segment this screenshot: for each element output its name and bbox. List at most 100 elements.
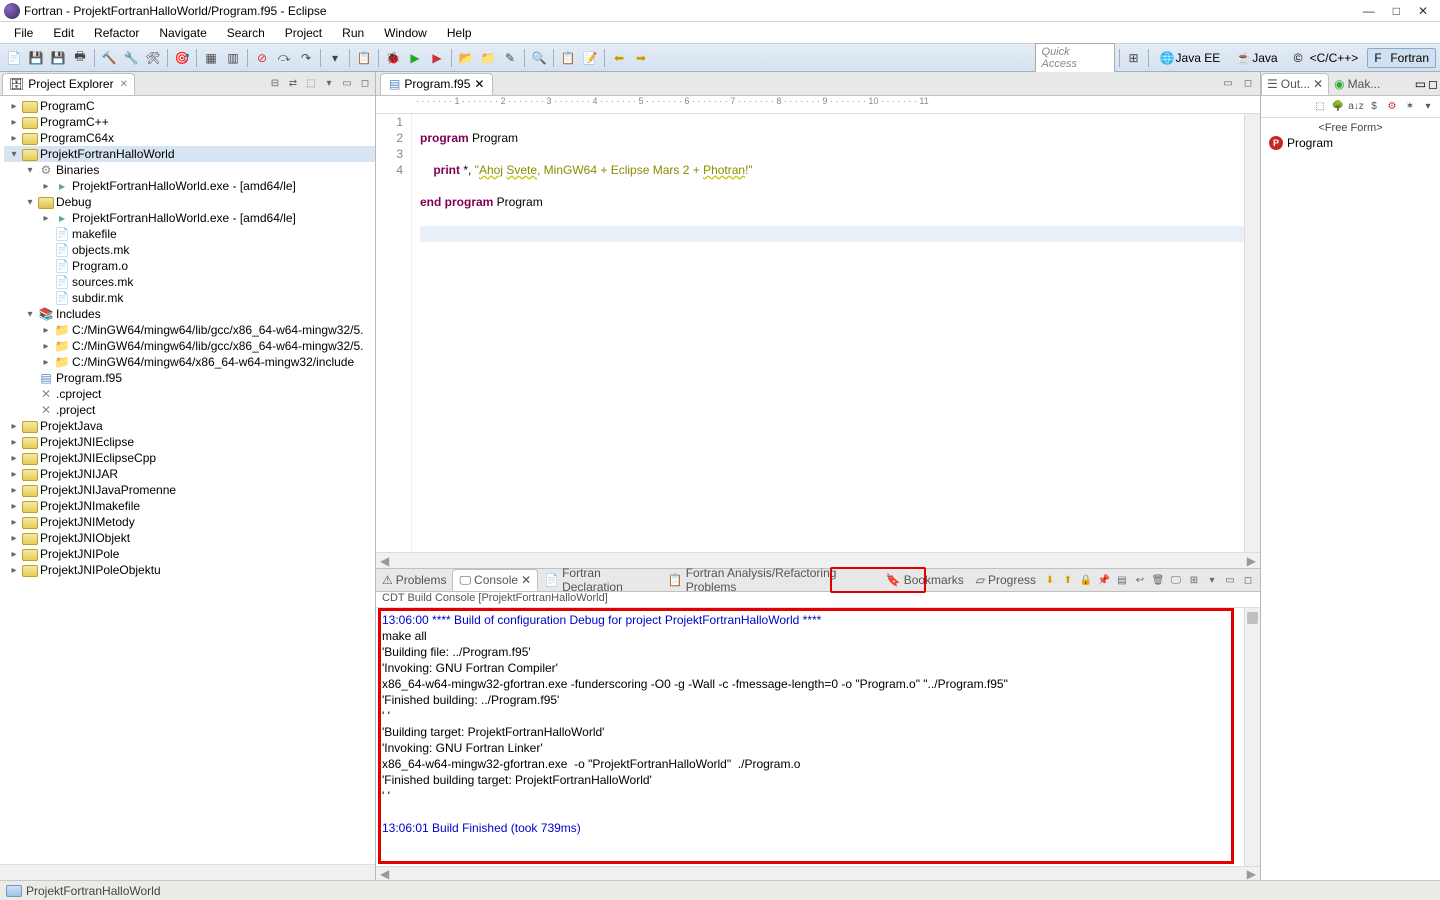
expand-arrow-icon[interactable]: ▾ [24,197,36,208]
stop-icon[interactable]: ⊘ [252,48,272,68]
tree-item[interactable]: ▸ProgramC64x [4,130,375,146]
maximize-view-icon[interactable]: ◻ [1428,77,1438,91]
outline-item-program[interactable]: P Program [1265,134,1436,152]
perspective-java[interactable]: ☕Java [1229,48,1284,68]
expand-arrow-icon[interactable]: ▸ [8,101,20,112]
clear-icon[interactable]: 🗑 [1150,572,1166,588]
editor-content[interactable]: program Program print *, "Ahoj Svete, Mi… [412,114,1244,552]
focus-icon[interactable]: ⬚ [303,76,319,92]
tree-item[interactable]: 📄subdir.mk [4,290,375,306]
menu-refactor[interactable]: Refactor [84,24,149,42]
expand-arrow-icon[interactable]: ▸ [40,181,52,192]
tab-fortran-declaration[interactable]: 📄Fortran Declaration [538,569,662,591]
expand-arrow-icon[interactable]: ▸ [8,437,20,448]
print-icon[interactable]: 🖶 [70,48,90,68]
resume-icon[interactable]: ↷ [296,48,316,68]
tree-item[interactable]: 📄sources.mk [4,274,375,290]
tree-item[interactable]: ▾📚Includes [4,306,375,322]
star-icon[interactable]: ✶ [1402,99,1418,115]
expand-arrow-icon[interactable] [24,405,36,416]
tree-item[interactable]: ▸ProjektJNIMetody [4,514,375,530]
project-explorer-tab[interactable]: 🗄 Project Explorer ✕ [2,73,135,95]
expand-arrow-icon[interactable]: ▸ [40,357,52,368]
debug-icon[interactable]: 🐞 [383,48,403,68]
expand-arrow-icon[interactable] [40,229,52,240]
tab-bookmarks[interactable]: 🔖Bookmarks [880,569,970,591]
tab-problems[interactable]: ⚠Problems [376,569,452,591]
expand-arrow-icon[interactable]: ▸ [8,517,20,528]
save-all-icon[interactable]: 💾 [48,48,68,68]
tree-item[interactable]: ▾ProjektFortranHalloWorld [4,146,375,162]
tree-item[interactable]: ▸ProjektJNImakefile [4,498,375,514]
wrench-icon[interactable]: 🛠 [143,48,163,68]
minimize-view-icon[interactable]: ▭ [1222,572,1238,588]
coverage-icon[interactable]: ▶ [427,48,447,68]
close-icon[interactable]: ✕ [1313,77,1323,91]
skip-icon[interactable]: ⤼ [274,48,294,68]
menu-run[interactable]: Run [332,24,374,42]
show-console-icon[interactable]: ▤ [1114,572,1130,588]
new-console-icon[interactable]: ⊞ [1186,572,1202,588]
focus-icon[interactable]: ⬚ [1312,99,1328,115]
tab-progress[interactable]: ▱Progress [970,569,1042,591]
expand-arrow-icon[interactable]: ▸ [8,453,20,464]
task-icon[interactable]: 📋 [558,48,578,68]
expand-arrow-icon[interactable]: ▸ [8,565,20,576]
minimize-view-icon[interactable]: ▭ [339,76,355,92]
expand-arrow-icon[interactable]: ▸ [40,213,52,224]
wrap-icon[interactable]: ↩ [1132,572,1148,588]
tree-item[interactable]: ▸ProgramC++ [4,114,375,130]
scroll-lock-icon[interactable]: 🔒 [1078,572,1094,588]
menu-file[interactable]: File [4,24,43,42]
prev-icon[interactable]: ⬇ [1042,572,1058,588]
menu-edit[interactable]: Edit [43,24,84,42]
editor-tab-program-f95[interactable]: ▤ Program.f95 ✕ [380,73,493,95]
tree-item[interactable]: 📄Program.o [4,258,375,274]
tree-item[interactable]: ▾Debug [4,194,375,210]
expand-arrow-icon[interactable]: ▸ [8,549,20,560]
toggle2-icon[interactable]: ▥ [223,48,243,68]
toggle-icon[interactable]: ▦ [201,48,221,68]
expand-arrow-icon[interactable]: ▸ [8,485,20,496]
search-icon[interactable]: 🔍 [529,48,549,68]
expand-arrow-icon[interactable] [40,277,52,288]
close-icon[interactable]: ✕ [120,79,128,90]
expand-arrow-icon[interactable] [40,245,52,256]
maximize-editor-icon[interactable]: ◻ [1240,76,1256,92]
tab-fortran-analysis[interactable]: 📋Fortran Analysis/Refactoring Problems [662,569,880,591]
tree-item[interactable]: ▸📁C:/MinGW64/mingw64/x86_64-w64-mingw32/… [4,354,375,370]
expand-arrow-icon[interactable]: ▸ [40,341,52,352]
console-hscrollbar[interactable]: ◀▶ [376,866,1260,880]
tab-outline[interactable]: ☰Out...✕ [1261,73,1329,95]
display-icon[interactable]: 🖵 [1168,572,1184,588]
expand-arrow-icon[interactable] [40,261,52,272]
save-icon[interactable]: 💾 [26,48,46,68]
view-menu-icon[interactable]: ▾ [1420,99,1436,115]
tree-item[interactable]: ▸▸ProjektFortranHalloWorld.exe - [amd64/… [4,178,375,194]
minimize-editor-icon[interactable]: ▭ [1220,76,1236,92]
quick-access-input[interactable]: Quick Access [1035,43,1115,73]
view-menu-icon[interactable]: ▾ [321,76,337,92]
target-icon[interactable]: 🎯 [172,48,192,68]
tree-item[interactable]: ▸ProjektJNIEclipseCpp [4,450,375,466]
tree-item[interactable]: ▸ProjektJNIPole [4,546,375,562]
window-close-button[interactable]: ✕ [1418,4,1428,18]
expand-arrow-icon[interactable]: ▾ [24,309,36,320]
perspective-cc[interactable]: ©<C/C++> [1287,48,1366,68]
tree-item[interactable]: ▸ProjektJava [4,418,375,434]
new-icon[interactable]: 📄 [4,48,24,68]
maximize-view-icon[interactable]: ◻ [357,76,373,92]
perspective-fortran[interactable]: FFortran [1367,48,1436,68]
tree-item[interactable]: ▸ProjektJNIObjekt [4,530,375,546]
new-folder-icon[interactable]: 📂 [456,48,476,68]
expand-arrow-icon[interactable]: ▾ [8,149,20,160]
run-icon[interactable]: ▶ [405,48,425,68]
expand-arrow-icon[interactable]: ▸ [8,501,20,512]
tree-item[interactable]: ▸ProjektJNIJAR [4,466,375,482]
hide-icon[interactable]: $ [1366,99,1382,115]
tree-item[interactable]: ▸📁C:/MinGW64/mingw64/lib/gcc/x86_64-w64-… [4,338,375,354]
expand-arrow-icon[interactable]: ▸ [40,325,52,336]
build-all-icon[interactable]: 🔧 [121,48,141,68]
close-icon[interactable]: ✕ [474,77,484,91]
menu-project[interactable]: Project [275,24,332,42]
